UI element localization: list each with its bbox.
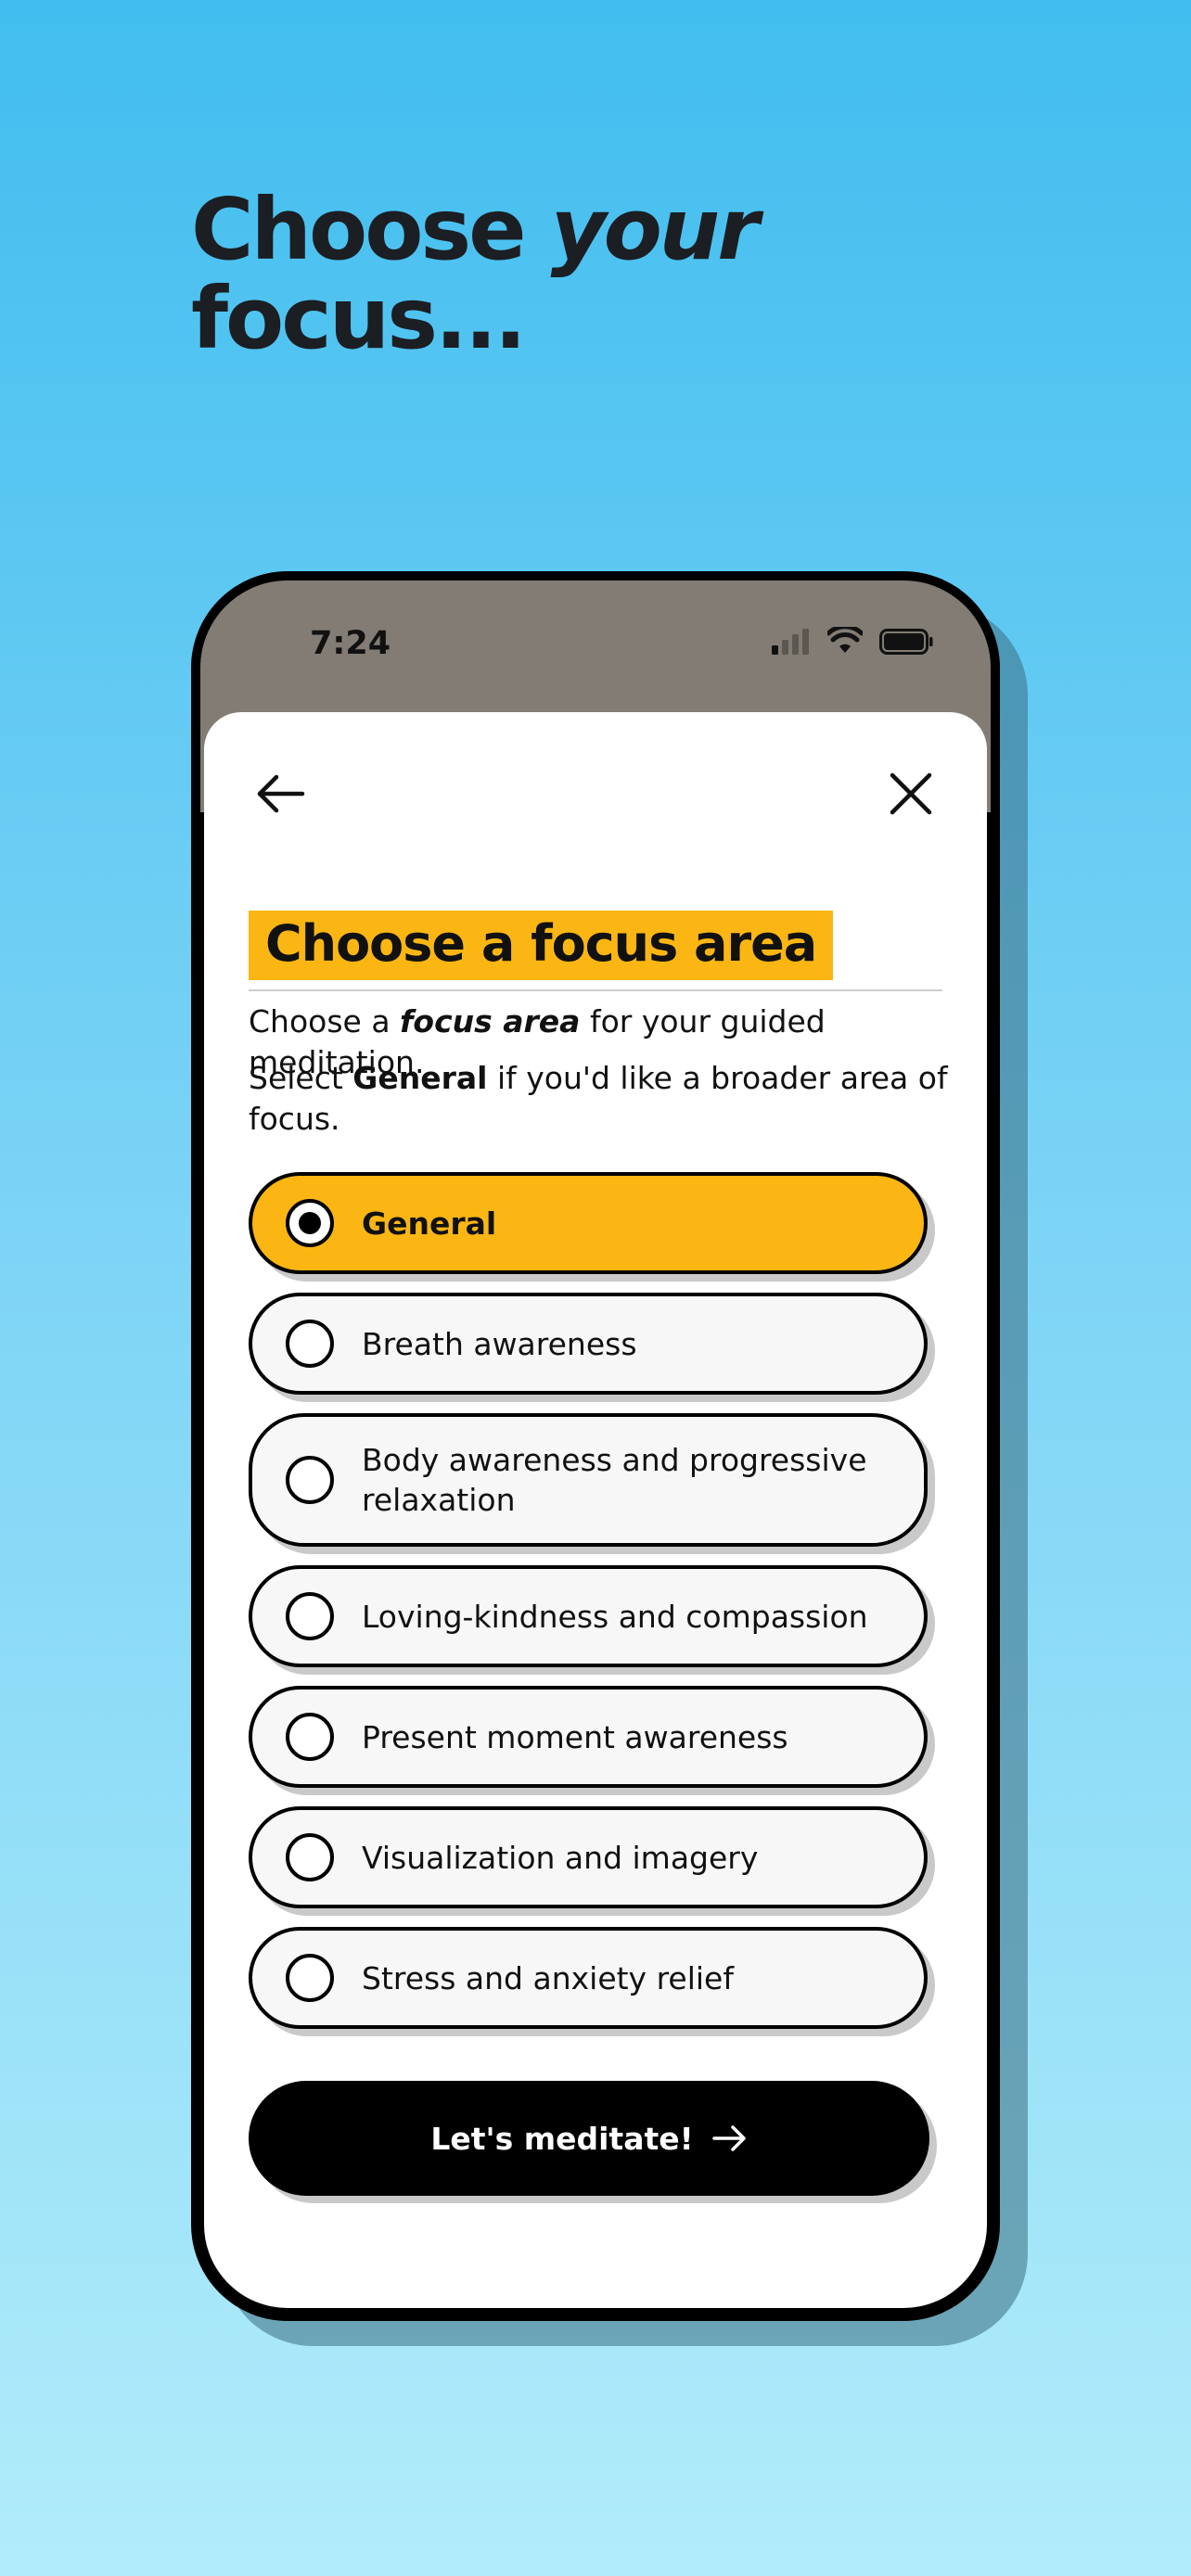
cta-label: Let's meditate! [430,2120,694,2157]
option-general[interactable]: General [249,1172,928,1274]
arrow-left-icon[interactable] [252,766,308,822]
status-time: 7:24 [310,625,391,662]
option-present-moment[interactable]: Present moment awareness [249,1686,928,1788]
title-section: Choose a focus area [249,911,942,991]
option-body-awareness[interactable]: Body awareness and progressive relaxatio… [249,1413,928,1547]
wifi-icon [827,627,863,653]
phone-frame: 7:24 Choose a focus area Choose a focus … [191,571,1000,2321]
option-loving-kindness[interactable]: Loving-kindness and compassion [249,1565,928,1667]
option-stress-relief[interactable]: Stress and anxiety relief [249,1927,928,2029]
radio[interactable] [286,1713,334,1761]
battery-icon [879,629,933,655]
option-visualization[interactable]: Visualization and imagery [249,1806,928,1908]
radio[interactable] [286,1954,334,2002]
option-label: Breath awareness [362,1325,637,1362]
headline-line-2: focus... [191,269,527,368]
radio[interactable] [286,1456,334,1504]
radio-dot [299,1212,321,1234]
option-label: General [362,1205,497,1242]
screen: Choose a focus area Choose a focus area … [204,712,987,2308]
focus-options: General Breath awareness Body awareness … [249,1172,928,2047]
option-breath-awareness[interactable]: Breath awareness [249,1293,928,1395]
option-label: Body awareness and progressive relaxatio… [362,1442,867,1518]
option-label: Stress and anxiety relief [362,1959,734,1996]
arrow-right-icon [711,2125,746,2151]
option-label: Present moment awareness [362,1718,788,1755]
headline-line-1: Choose your [191,180,760,279]
radio[interactable] [286,1833,334,1881]
radio[interactable] [286,1320,334,1368]
signal-icon [772,629,809,655]
option-label: Visualization and imagery [362,1839,759,1876]
close-icon[interactable] [883,766,939,822]
radio-selected[interactable] [286,1199,334,1247]
status-icons [772,627,933,655]
lets-meditate-button[interactable]: Let's meditate! [249,2081,929,2196]
page-title: Choose a focus area [249,911,834,980]
description-2: Select General if you'd like a broader a… [249,1060,948,1137]
option-label: Loving-kindness and compassion [362,1598,868,1635]
headline: Choose your focus... [191,180,760,368]
radio[interactable] [286,1592,334,1640]
